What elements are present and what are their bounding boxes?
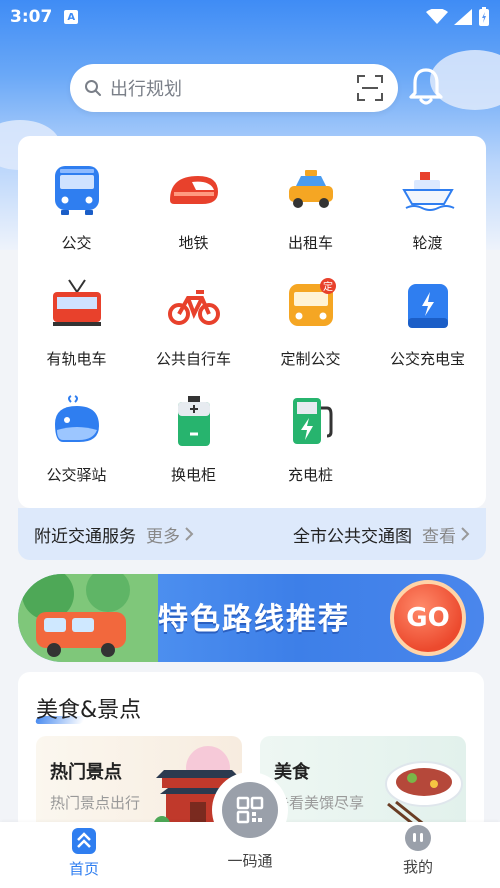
signal-icon: [454, 9, 472, 25]
qr-code-inner: [222, 782, 278, 838]
route-recommend-banner[interactable]: 特色路线推荐 GO: [18, 574, 484, 662]
nearby-services-bar: 附近交通服务 更多 全市公共交通图 查看: [18, 508, 486, 560]
qr-code-button[interactable]: [212, 772, 288, 848]
nav-label: 我的: [402, 858, 433, 876]
bus-icon: [54, 166, 99, 215]
wifi-icon: [426, 9, 448, 24]
transit-map-link[interactable]: 全市公共交通图 查看: [293, 522, 470, 547]
service-item-charging-pile[interactable]: 充电桩: [252, 388, 369, 504]
food-tile[interactable]: 美食 去看美馔尽享: [260, 736, 466, 832]
service-item-battery-cabinet[interactable]: 换电柜: [135, 388, 252, 504]
nav-label: 首页: [68, 860, 99, 878]
service-label: 换电柜: [170, 466, 216, 484]
custom-bus-icon: 定: [288, 278, 336, 326]
notification-icon: A: [64, 10, 79, 24]
service-label: 充电桩: [287, 466, 333, 484]
service-label: 有轨电车: [46, 350, 107, 368]
tile-title: 美食: [274, 762, 310, 783]
tile-title: 热门景点: [50, 762, 122, 783]
taxi-icon: [288, 170, 333, 208]
chevron-right-icon: [461, 527, 470, 541]
bicycle-icon: [167, 290, 220, 325]
nav-tab-home[interactable]: 首页: [34, 822, 134, 888]
service-label: 公交驿站: [46, 466, 107, 484]
chevron-right-icon: [185, 527, 194, 541]
profile-icon: [405, 825, 431, 851]
search-input[interactable]: 出行规划: [110, 75, 356, 101]
service-item-bus[interactable]: 公交: [18, 156, 135, 272]
custom-bus-badge: 定: [323, 280, 333, 293]
service-item-custom-bus[interactable]: 定 定制公交: [252, 272, 369, 388]
search-bar[interactable]: 出行规划: [70, 64, 398, 112]
search-icon: [85, 80, 101, 96]
service-item-tram[interactable]: 有轨电车: [18, 272, 135, 388]
nav-label: 一码通: [227, 852, 273, 870]
service-label: 地铁: [178, 234, 209, 252]
service-label: 出租车: [287, 234, 333, 252]
service-label: 轮渡: [412, 234, 443, 252]
ferry-icon: [401, 172, 454, 211]
service-label: 定制公交: [280, 350, 341, 368]
battery-icon: [479, 7, 489, 26]
service-item-station[interactable]: 公交驿站: [18, 388, 135, 504]
scan-icon[interactable]: [356, 74, 384, 102]
transit-map-action: 查看: [422, 522, 470, 547]
service-card: 公交 地铁 出租车 轮渡 有轨电车 公共自行车 定 定制公交 公交充电宝 公交驿…: [18, 136, 486, 508]
nearby-more-label: 更多: [146, 526, 180, 547]
service-label: 公交: [61, 234, 92, 252]
service-item-ferry[interactable]: 轮渡: [369, 156, 486, 272]
qr-code-icon: [236, 796, 264, 824]
home-icon: [72, 828, 96, 854]
power-bank-icon: [407, 284, 448, 328]
nearby-more-link[interactable]: 更多: [146, 522, 194, 547]
section-title: 美食&景点: [36, 698, 142, 723]
battery-cabinet-icon: [177, 396, 210, 446]
service-item-metro[interactable]: 地铁: [135, 156, 252, 272]
service-item-taxi[interactable]: 出租车: [252, 156, 369, 272]
tile-subtitle: 热门景点出行: [50, 794, 141, 812]
status-bar: 3:07 A: [0, 0, 500, 34]
status-time: 3:07: [10, 7, 53, 27]
tram-icon: [52, 279, 101, 326]
banner-go-button[interactable]: GO: [390, 580, 466, 656]
food-dish-illustration: [385, 761, 463, 830]
service-label: 公交充电宝: [389, 350, 465, 368]
banner-title: 特色路线推荐: [158, 602, 350, 637]
scenic-tile[interactable]: 热门景点 热门景点出行: [36, 736, 242, 832]
transit-map-action-label: 查看: [422, 526, 456, 547]
service-item-bicycle[interactable]: 公共自行车: [135, 272, 252, 388]
nearby-services-label: 附近交通服务: [34, 526, 136, 547]
transit-map-label: 全市公共交通图: [293, 526, 412, 547]
charging-pile-icon: [292, 398, 332, 444]
bell-icon[interactable]: [408, 66, 444, 106]
service-grid: 公交 地铁 出租车 轮渡 有轨电车 公共自行车 定 定制公交 公交充电宝 公交驿…: [18, 156, 486, 504]
metro-icon: [169, 176, 218, 204]
banner-trees-illustration: [18, 574, 158, 662]
whale-station-icon: [54, 395, 99, 442]
service-label: 公共自行车: [155, 350, 231, 368]
service-item-power-bank[interactable]: 公交充电宝: [369, 272, 486, 388]
nav-tab-mine[interactable]: 我的: [368, 822, 468, 888]
